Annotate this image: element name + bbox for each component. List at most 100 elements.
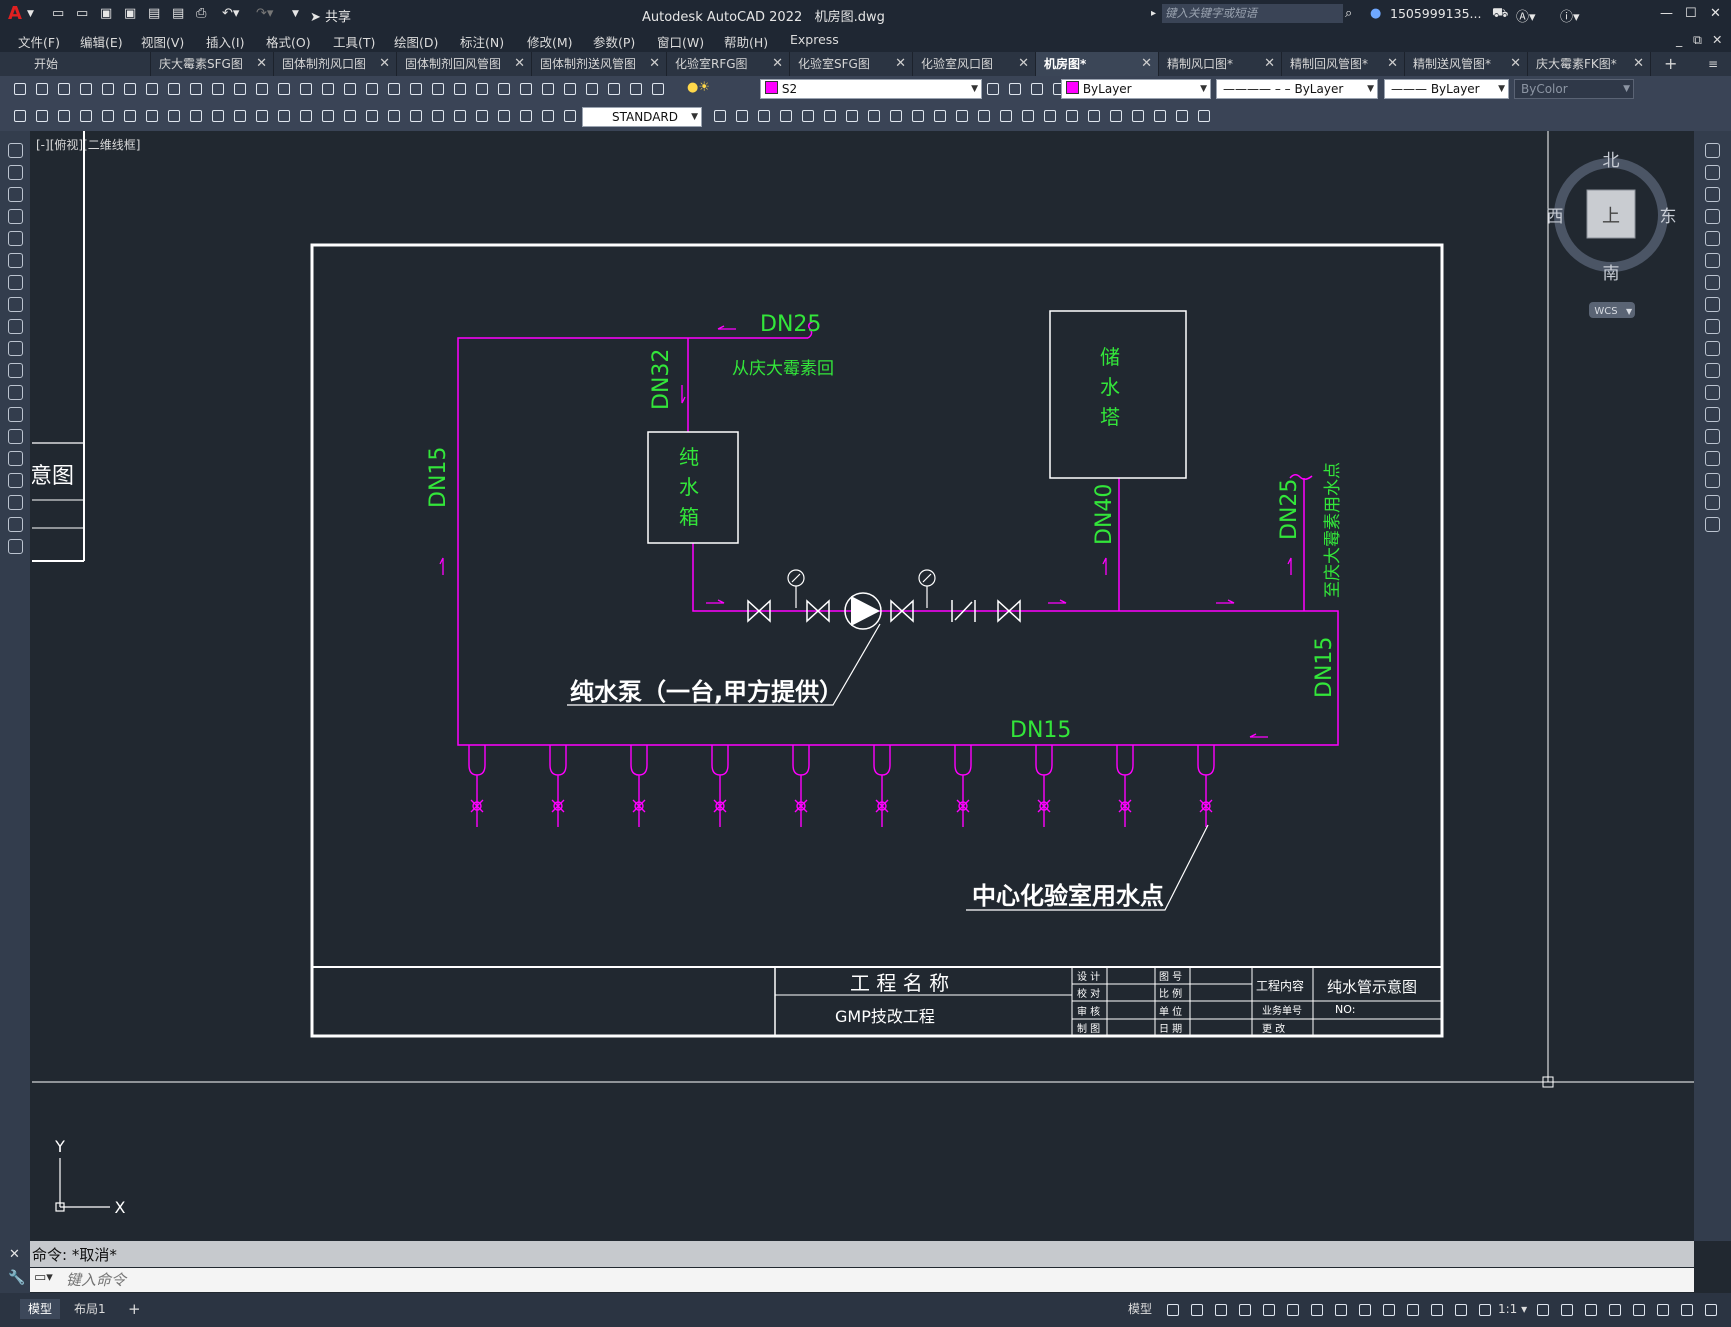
tab-close-icon[interactable]: ✕ [1018,52,1029,76]
new-tab-button[interactable]: + [1656,52,1686,76]
modify-tool-button[interactable] [866,108,883,125]
status-toggle-button[interactable] [1237,1302,1254,1319]
quick-access-saveas-icon[interactable]: ▣ [124,6,136,21]
tab-file[interactable]: 固体制剂送风管图 ✕ [532,52,667,76]
plotstyle-dropdown[interactable]: ByColor ▼ [1514,79,1634,99]
quick-access-customize-icon[interactable]: ▼ [292,9,299,19]
close-icon[interactable]: ✕ [1710,6,1721,21]
dimension-tool-button[interactable] [34,108,51,125]
viewcube-face[interactable]: 上 [1602,206,1620,227]
status-toggle-button[interactable] [1703,1302,1720,1319]
menu-parametric[interactable]: 参数(P) [593,32,635,51]
tab-close-icon[interactable]: ✕ [256,52,267,76]
autodesk-app-icon[interactable]: Ⓐ▾ [1516,6,1536,25]
modify-tool-button[interactable] [998,108,1015,125]
tab-file-active[interactable]: 机房图* ✕ [1036,52,1159,76]
quick-access-web2-icon[interactable]: ▤ [172,6,184,21]
toolbar-tool-button[interactable] [386,81,403,98]
status-toggle-button[interactable] [1333,1302,1350,1319]
modify-tool-button[interactable] [1196,108,1213,125]
modify-tool-button[interactable] [1705,319,1720,334]
layer-tool-button[interactable] [985,81,1002,98]
add-layout-button[interactable]: + [120,1299,149,1319]
modify-tool-button[interactable] [1086,108,1103,125]
modify-tool-button[interactable] [1108,108,1125,125]
tab-close-icon[interactable]: ✕ [1264,52,1275,76]
dimension-tool-button[interactable] [540,108,557,125]
tab-file[interactable]: 化验室RFG图 ✕ [667,52,790,76]
toolbar-tool-button[interactable] [232,81,249,98]
tab-close-icon[interactable]: ✕ [1387,52,1398,76]
toolbar-tool-button[interactable] [540,81,557,98]
viewcube-west[interactable]: 西 [1547,207,1564,227]
toolbar-tool-button[interactable] [320,81,337,98]
modify-tool-button[interactable] [1064,108,1081,125]
draw-tool-button[interactable] [8,407,23,422]
modify-tool-button[interactable] [1705,341,1720,356]
draw-tool-button[interactable] [8,385,23,400]
command-line[interactable]: ▭▾ [30,1268,1694,1292]
lineweight-dropdown[interactable]: ——— ByLayer ▼ [1384,79,1509,99]
draw-tool-button[interactable] [8,451,23,466]
draw-tool-button[interactable] [8,495,23,510]
quick-access-new-icon[interactable]: ▭ [52,6,64,21]
toolbar-tool-button[interactable] [364,81,381,98]
tab-layout1[interactable]: 布局1 [66,1299,114,1319]
draw-tool-button[interactable] [8,253,23,268]
tab-file[interactable]: 化验室SFG图 ✕ [790,52,913,76]
modify-tool-button[interactable] [1705,429,1720,444]
dimension-tool-button[interactable] [474,108,491,125]
draw-tool-button[interactable] [8,517,23,532]
menu-modify[interactable]: 修改(M) [527,32,573,51]
modify-tool-button[interactable] [888,108,905,125]
dimension-tool-button[interactable] [430,108,447,125]
draw-tool-button[interactable] [8,209,23,224]
toolbar-tool-button[interactable] [628,81,645,98]
modify-tool-button[interactable] [1705,231,1720,246]
doc-minimize-icon[interactable]: _ [1676,32,1682,47]
draw-tool-button[interactable] [8,165,23,180]
status-toggle-button[interactable] [1559,1302,1576,1319]
tab-file[interactable]: 精制回风管图* ✕ [1282,52,1405,76]
toolbar-tool-button[interactable] [496,81,513,98]
toolbar-tool-button[interactable] [56,81,73,98]
draw-tool-button[interactable] [8,539,23,554]
doc-restore-icon[interactable]: ⧉ [1693,32,1702,48]
draw-tool-button[interactable] [8,363,23,378]
help-icon[interactable]: ⓘ▾ [1560,6,1580,25]
status-toggle-button[interactable] [1261,1302,1278,1319]
tab-file[interactable]: 庆大霉素SFG图 ✕ [151,52,274,76]
modify-tool-button[interactable] [1705,451,1720,466]
viewcube-north[interactable]: 北 [1603,151,1620,171]
toolbar-tool-button[interactable] [12,81,29,98]
toolbar-tool-button[interactable] [144,81,161,98]
toolbar-tool-button[interactable] [430,81,447,98]
toolbar-tool-button[interactable] [188,81,205,98]
tab-model[interactable]: 模型 [20,1299,61,1319]
model-space-toggle[interactable]: 模型 [1120,1299,1160,1319]
modify-tool-button[interactable] [756,108,773,125]
draw-tool-button[interactable] [8,231,23,246]
close-icon[interactable]: ✕ [9,1247,20,1262]
search-icon[interactable]: ⌕ [1345,6,1352,21]
toolbar-tool-button[interactable] [34,81,51,98]
menu-insert[interactable]: 插入(I) [206,32,244,51]
status-toggle-button[interactable] [1583,1302,1600,1319]
drawing-canvas[interactable]: [-][俯视][二维线框] 意图 纯 水 箱 储 水 塔 DN25 从庆大霉素回… [32,131,1694,1241]
status-toggle-button[interactable] [1309,1302,1326,1319]
linetype-dropdown[interactable]: ———— – – ByLayer ▼ [1216,79,1378,99]
chevron-down-icon[interactable]: ▼ [1626,307,1633,316]
modify-tool-button[interactable] [822,108,839,125]
modify-tool-button[interactable] [1705,495,1720,510]
dimension-tool-button[interactable] [408,108,425,125]
dimension-tool-button[interactable] [496,108,513,125]
dimension-tool-button[interactable] [562,108,579,125]
share-button[interactable]: ➤ 共享 [310,6,351,25]
customize-wrench-icon[interactable]: 🔧 [8,1270,25,1286]
user-icon[interactable]: ● [1370,6,1381,21]
toolbar-tool-button[interactable] [342,81,359,98]
dimension-tool-button[interactable] [122,108,139,125]
layer-dropdown[interactable]: S2 ▼ [760,79,982,99]
menu-view[interactable]: 视图(V) [141,32,184,51]
dimension-tool-button[interactable] [56,108,73,125]
